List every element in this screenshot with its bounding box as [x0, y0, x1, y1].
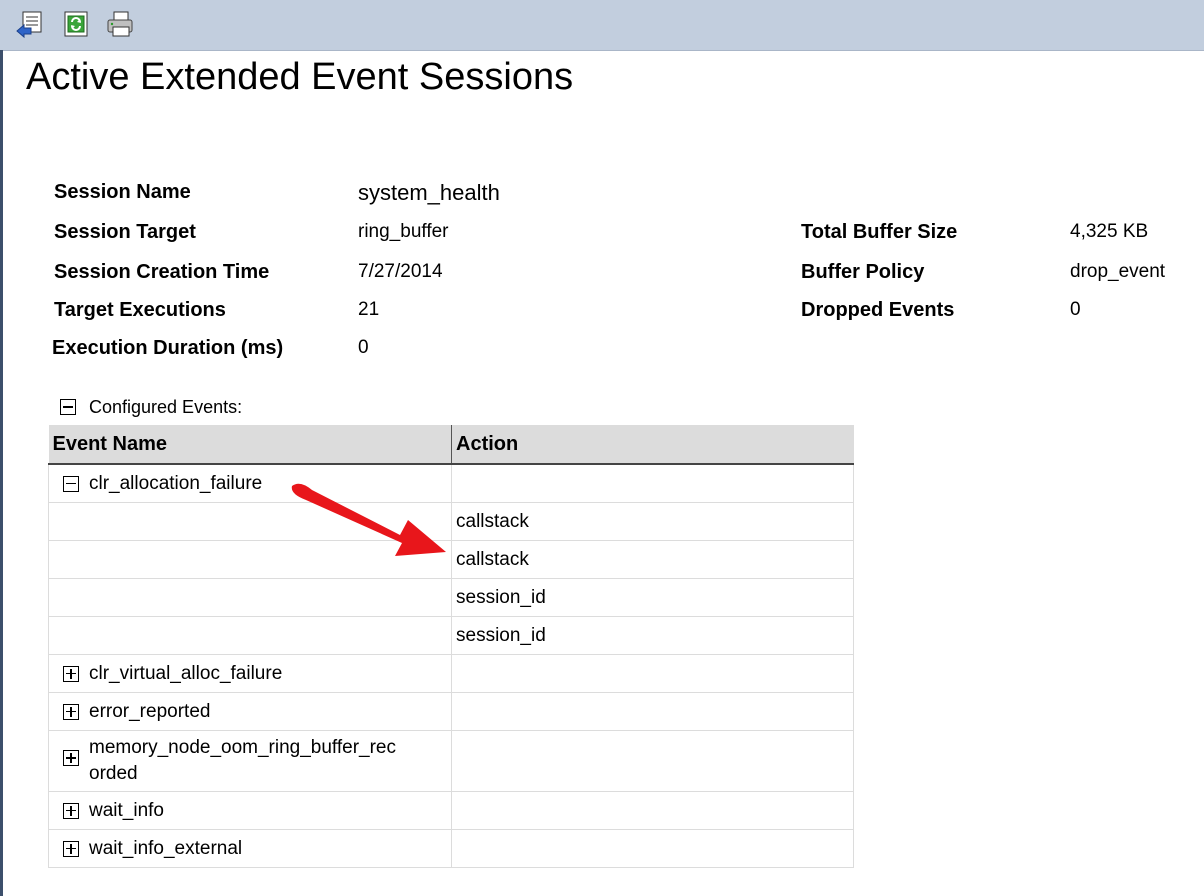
session-target-label: Session Target — [54, 221, 196, 243]
target-executions-value: 21 — [358, 299, 380, 320]
window-left-border — [0, 50, 3, 896]
action-cell: session_id — [451, 578, 854, 617]
session-target-value: ring_buffer — [358, 221, 449, 242]
action-cell — [451, 791, 854, 830]
column-header-event-name[interactable]: Event Name — [48, 425, 452, 465]
event-name: memory_node_oom_ring_buffer_rec — [89, 737, 396, 758]
report-toolbar — [0, 0, 1204, 51]
table-row: session_id — [48, 616, 854, 655]
session-creation-time-value: 7/27/2014 — [358, 261, 443, 282]
session-creation-time-label: Session Creation Time — [54, 261, 270, 283]
event-name-cell — [48, 540, 452, 579]
dropped-events-value: 0 — [1070, 299, 1081, 320]
execution-duration-value: 0 — [358, 337, 369, 358]
collapse-icon[interactable] — [63, 475, 79, 492]
action-cell — [451, 829, 854, 868]
configured-events-header[interactable]: Configured Events: — [60, 394, 242, 420]
table-row: callstack — [48, 502, 854, 541]
event-name: wait_info_external — [89, 837, 243, 859]
buffer-policy-value: drop_event — [1070, 261, 1166, 282]
action-cell: callstack — [451, 502, 854, 541]
table-row: session_id — [48, 578, 854, 617]
expand-icon[interactable] — [63, 703, 79, 720]
execution-duration-label: Execution Duration (ms) — [52, 337, 284, 359]
print-icon — [107, 11, 133, 37]
action-cell: callstack — [451, 540, 854, 579]
print-button[interactable] — [104, 8, 136, 40]
table-row: callstack — [48, 540, 854, 579]
table-row: error_reported — [48, 692, 854, 731]
event-name-cell — [48, 578, 452, 617]
expand-icon[interactable] — [63, 750, 79, 766]
event-name-continuation: orded — [89, 763, 138, 784]
export-button[interactable] — [14, 8, 46, 40]
table-row: wait_info_external — [48, 829, 854, 868]
expand-icon[interactable] — [63, 802, 79, 819]
event-name: clr_allocation_failure — [89, 472, 263, 494]
event-name: wait_info — [89, 799, 164, 821]
events-table: Event Name Action clr_allocation_failure… — [48, 425, 854, 868]
refresh-icon — [64, 11, 88, 37]
table-row: wait_info — [48, 791, 854, 830]
dropped-events-label: Dropped Events — [801, 299, 955, 321]
target-executions-label: Target Executions — [54, 299, 226, 321]
buffer-policy-label: Buffer Policy — [801, 261, 925, 283]
collapse-icon[interactable] — [60, 399, 76, 415]
session-name-label: Session Name — [54, 181, 191, 203]
expand-icon[interactable] — [63, 665, 79, 682]
table-row: clr_virtual_alloc_failure — [48, 654, 854, 693]
table-row: clr_allocation_failure — [48, 463, 854, 503]
action-cell — [451, 654, 854, 693]
event-name: error_reported — [89, 700, 211, 722]
total-buffer-size-label: Total Buffer Size — [801, 221, 958, 243]
action-cell — [451, 463, 854, 503]
column-header-action[interactable]: Action — [451, 425, 854, 465]
expand-icon[interactable] — [63, 840, 79, 857]
action-cell: session_id — [451, 616, 854, 655]
event-name-cell — [48, 616, 452, 655]
event-name-cell — [48, 502, 452, 541]
action-cell — [451, 730, 854, 792]
table-row: memory_node_oom_ring_buffer_recorded — [48, 730, 854, 792]
event-name: clr_virtual_alloc_failure — [89, 662, 283, 684]
refresh-button[interactable] — [60, 8, 92, 40]
session-name-value: system_health — [358, 180, 500, 205]
export-icon — [16, 11, 42, 39]
total-buffer-size-value: 4,325 KB — [1070, 221, 1149, 242]
configured-events-label: Configured Events: — [89, 396, 243, 417]
page-title: Active Extended Event Sessions — [26, 56, 574, 98]
action-cell — [451, 692, 854, 731]
